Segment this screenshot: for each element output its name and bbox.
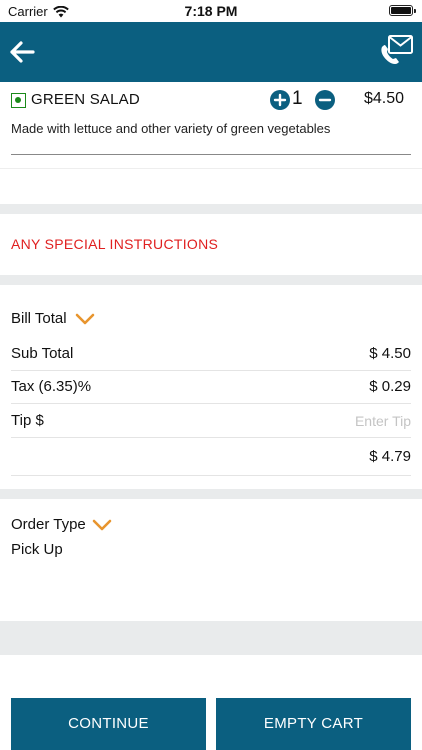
chevron-down-icon [92, 519, 112, 530]
item-price: $4.50 [363, 90, 404, 107]
sub-total-value: $ 4.50 [369, 345, 411, 362]
special-instructions-link[interactable]: ANY SPECIAL INSTRUCTIONS [11, 236, 218, 252]
phone-mail-icon [381, 35, 413, 64]
tip-label: Tip $ [11, 412, 44, 429]
item-description: Made with lettuce and other variety of g… [11, 121, 331, 136]
order-type-toggle[interactable]: Order Type [11, 516, 112, 533]
row-divider [11, 475, 411, 476]
tax-row: Tax (6.35)% $ 0.29 [11, 370, 411, 404]
total-value: $ 4.79 [369, 448, 411, 465]
tax-value: $ 0.29 [369, 378, 411, 395]
decrease-quantity-button[interactable] [315, 90, 335, 110]
item-quantity: 1 [292, 88, 303, 109]
item-divider [11, 154, 411, 155]
section-separator [0, 204, 422, 214]
row-divider [11, 437, 411, 438]
increase-quantity-button[interactable] [270, 90, 290, 110]
bill-total-title: Bill Total [11, 310, 67, 327]
veg-indicator-icon [11, 93, 26, 108]
continue-button[interactable]: CONTINUE [11, 698, 206, 750]
sub-total-row: Sub Total $ 4.50 [11, 337, 411, 371]
item-name: GREEN SALAD [31, 91, 140, 108]
total-row: $ 4.79 [11, 440, 411, 476]
navigation-bar [0, 22, 422, 82]
order-type-title: Order Type [11, 516, 86, 533]
tip-row: Tip $ [11, 404, 411, 438]
chevron-down-icon [75, 313, 94, 324]
section-separator [0, 275, 422, 285]
contact-button[interactable] [378, 32, 414, 68]
section-separator [0, 621, 422, 655]
arrow-left-icon [10, 41, 35, 63]
section-separator [0, 489, 422, 499]
status-bar: Carrier 7:18 PM [0, 0, 422, 22]
order-type-value: Pick Up [11, 541, 63, 558]
status-time: 7:18 PM [184, 3, 238, 19]
tax-label: Tax (6.35)% [11, 378, 92, 395]
back-button[interactable] [6, 36, 38, 68]
empty-cart-button[interactable]: EMPTY CART [216, 698, 411, 750]
battery-icon [389, 5, 416, 16]
divider [0, 168, 422, 169]
sub-total-label: Sub Total [11, 345, 74, 362]
minus-icon [318, 98, 332, 102]
plus-icon [273, 93, 287, 107]
bill-total-toggle[interactable]: Bill Total [11, 310, 95, 327]
tip-input[interactable] [291, 410, 411, 432]
